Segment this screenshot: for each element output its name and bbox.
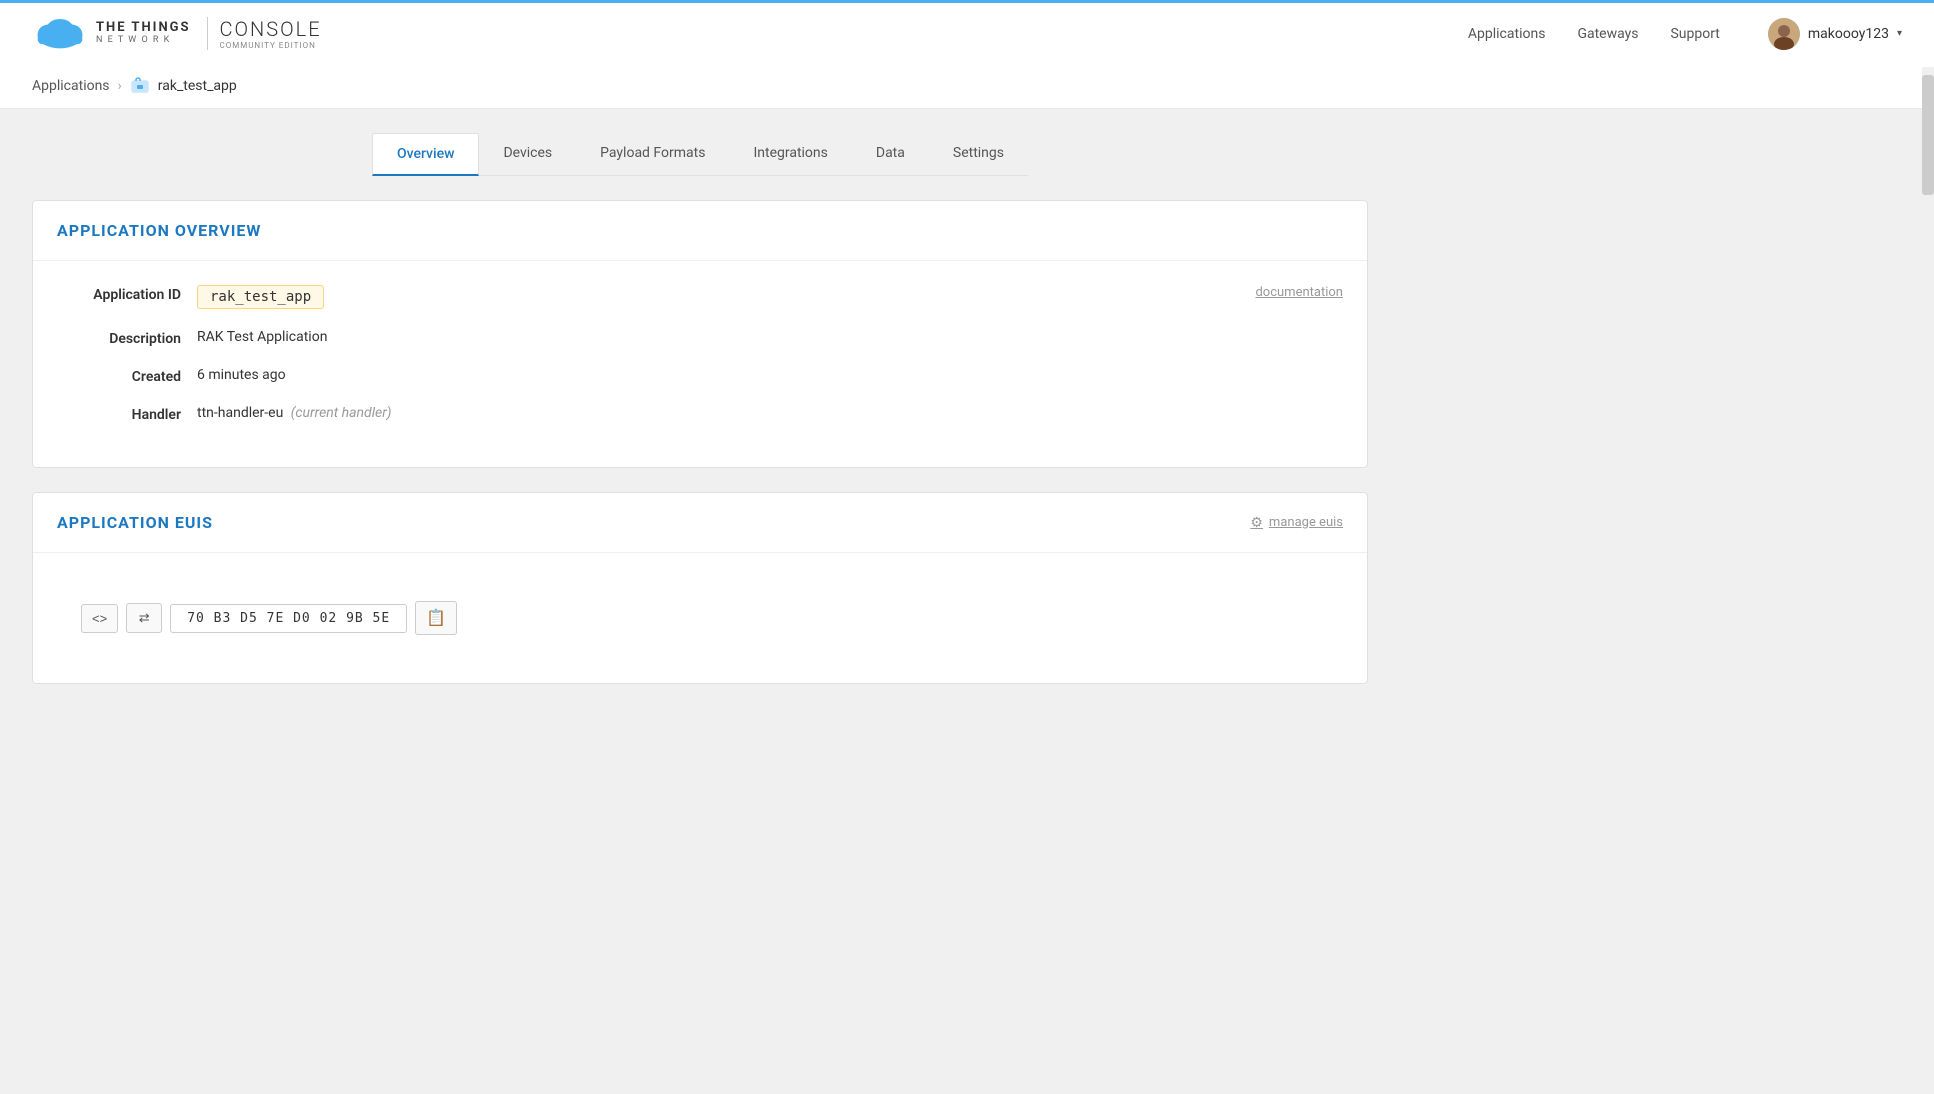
chevron-down-icon: ▾ [1897,28,1902,39]
eui-row: <> ⇄ 70 B3 D5 7E D0 02 9B 5E 📋 [57,577,1343,659]
username: makoooy123 [1808,26,1889,42]
tab-settings[interactable]: Settings [929,133,1028,176]
field-created: Created 6 minutes ago [57,367,1343,385]
nav-support[interactable]: Support [1670,26,1719,42]
brand-edition: COMMUNITY EDITION [220,41,322,50]
field-label-description: Description [57,329,197,347]
tab-overview[interactable]: Overview [372,133,479,176]
field-handler: Handler ttn-handler-eu (current handler) [57,405,1343,423]
field-value-handler: ttn-handler-eu (current handler) [197,405,392,421]
navbar-nav: Applications Gateways Support makoooy123… [1468,18,1902,50]
app-icon [130,76,150,96]
field-label-created: Created [57,367,197,385]
field-label-app-id: Application ID [57,285,197,303]
brand-text: THE THINGS N E T W O R K [96,21,191,45]
main-content: Overview Devices Payload Formats Integra… [0,109,1400,740]
field-value-description: RAK Test Application [197,329,327,345]
tabs-container: Overview Devices Payload Formats Integra… [32,109,1368,176]
eui-copy-button[interactable]: 📋 [415,601,457,635]
overview-card-header: APPLICATION OVERVIEW [33,201,1367,261]
ttn-logo-icon [32,14,88,54]
manage-euis-link[interactable]: ⚙ manage euis [1250,515,1343,531]
breadcrumb-applications[interactable]: Applications [32,78,110,94]
breadcrumb-current: rak_test_app [158,78,237,94]
brand-console: CONSOLE [220,17,322,41]
breadcrumb-separator: › [118,78,122,94]
euis-card-body: <> ⇄ 70 B3 D5 7E D0 02 9B 5E 📋 [33,553,1367,683]
euis-card: APPLICATION EUIS ⚙ manage euis <> ⇄ 70 B… [32,492,1368,684]
tab-integrations[interactable]: Integrations [729,133,851,176]
tabs: Overview Devices Payload Formats Integra… [372,133,1028,176]
field-label-handler: Handler [57,405,197,423]
eui-value: 70 B3 D5 7E D0 02 9B 5E [170,604,407,633]
field-value-app-id: rak_test_app [197,285,324,309]
avatar [1768,18,1800,50]
overview-card-body: documentation Application ID rak_test_ap… [33,261,1367,467]
brand-ttn: THE THINGS [96,21,191,35]
documentation-link[interactable]: documentation [1255,285,1343,300]
tab-payload-formats[interactable]: Payload Formats [576,133,729,176]
euis-card-header: APPLICATION EUIS ⚙ manage euis [33,493,1367,553]
field-value-created: 6 minutes ago [197,367,286,383]
brand: THE THINGS N E T W O R K CONSOLE COMMUNI… [32,14,1468,54]
brand-network: N E T W O R K [96,36,191,46]
eui-code-button[interactable]: <> [81,604,118,633]
tab-devices[interactable]: Devices [479,133,576,176]
breadcrumb: Applications › rak_test_app [0,64,1934,109]
euis-card-title: APPLICATION EUIS [57,513,213,532]
tab-data[interactable]: Data [852,133,929,176]
field-description: Description RAK Test Application [57,329,1343,347]
gear-icon: ⚙ [1250,515,1263,531]
nav-gateways[interactable]: Gateways [1577,26,1638,42]
user-menu[interactable]: makoooy123 ▾ [1768,18,1902,50]
manage-euis-label: manage euis [1269,515,1343,530]
overview-card: APPLICATION OVERVIEW documentation Appli… [32,200,1368,468]
navbar: THE THINGS N E T W O R K CONSOLE COMMUNI… [0,0,1934,64]
overview-card-title: APPLICATION OVERVIEW [57,221,261,240]
scrollbar-thumb[interactable] [1922,75,1934,195]
eui-swap-button[interactable]: ⇄ [126,603,162,633]
nav-applications[interactable]: Applications [1468,26,1546,42]
handler-current-label: (current handler) [291,405,392,421]
scrollbar[interactable] [1922,67,1934,1094]
field-application-id: Application ID rak_test_app [57,285,1343,309]
